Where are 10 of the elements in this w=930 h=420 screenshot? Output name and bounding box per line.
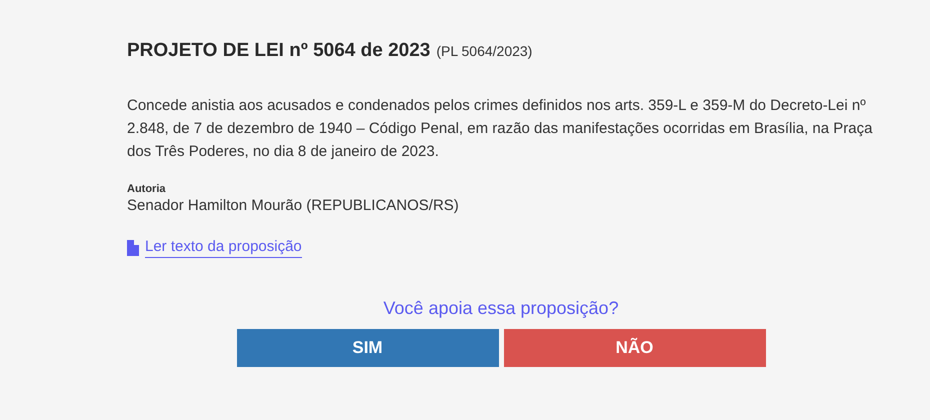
bill-summary: Concede anistia aos acusados e condenados pelos crimes definidos nos arts. 359-L e 359-M do Decreto-Lei nº 2.848, de 7 de dezembro de 1940 – Código Penal, em razão das manifestações ocorridas em Brasília, na Praça dos Três Poderes, no dia 8 de janeiro de 2023.	[127, 96, 874, 162]
vote-question: Você apoia essa proposição?	[383, 298, 619, 319]
no-button[interactable]: NÃO	[504, 329, 766, 367]
authorship-label: Autoria	[127, 183, 166, 195]
bill-code: (PL 5064/2023)	[436, 43, 532, 59]
bill-title: PROJETO DE LEI nº 5064 de 2023	[127, 40, 430, 62]
document-icon	[127, 240, 139, 256]
document-link[interactable]: Ler texto da proposição	[145, 238, 302, 258]
author-name: Senador Hamilton Mourão (REPUBLICANOS/RS)	[127, 197, 460, 214]
yes-button[interactable]: SIM	[236, 329, 498, 367]
